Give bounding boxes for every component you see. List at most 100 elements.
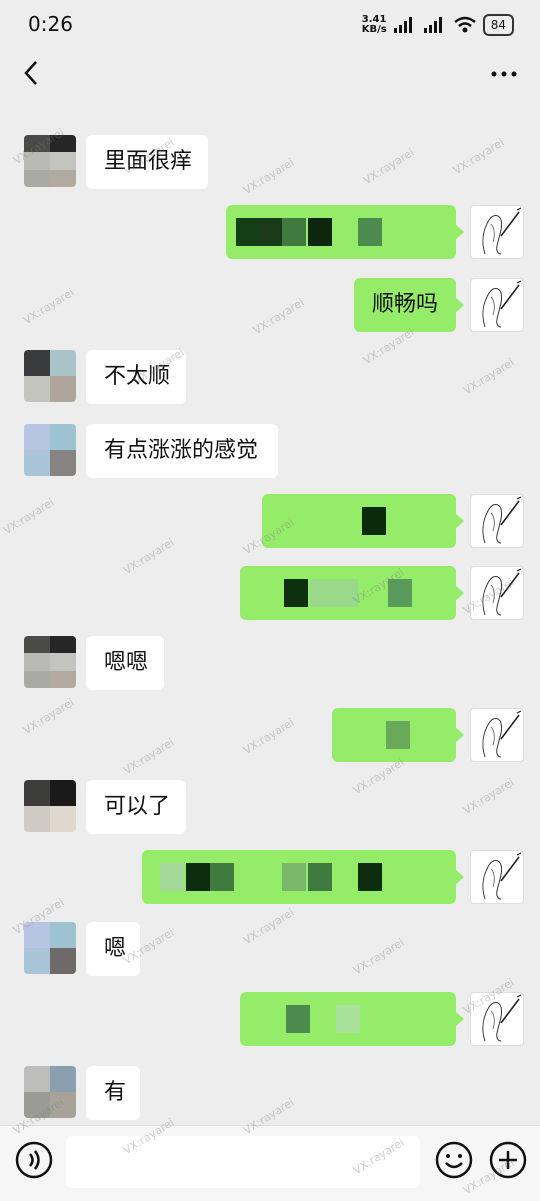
sketch-avatar-icon — [482, 280, 522, 328]
incoming-message: 有点涨涨的感觉 — [0, 424, 540, 480]
outgoing-message — [0, 205, 540, 261]
message-bubble[interactable]: 有 — [86, 1066, 140, 1120]
message-bubble[interactable] — [226, 205, 456, 259]
message-text: 有点涨涨的感觉 — [104, 438, 259, 463]
contact-avatar[interactable] — [24, 922, 76, 974]
pixelated-block — [282, 218, 306, 246]
pixelated-block — [336, 1005, 360, 1033]
pixelated-block — [388, 579, 412, 607]
plus-icon[interactable] — [488, 1140, 528, 1180]
sketch-avatar-icon — [482, 496, 522, 544]
incoming-message: 里面很痒 — [0, 135, 540, 191]
contact-avatar[interactable] — [24, 636, 76, 688]
signal-icon — [393, 17, 412, 33]
contact-avatar[interactable] — [24, 424, 76, 476]
message-text: 不太顺 — [104, 364, 171, 389]
pixelated-block — [310, 579, 334, 607]
message-text: 可以了 — [104, 794, 171, 819]
sketch-avatar-icon — [482, 994, 522, 1042]
bubble-tail — [455, 1011, 464, 1027]
signal-icon-2 — [423, 17, 442, 33]
outgoing-message — [0, 992, 540, 1048]
message-bubble[interactable] — [240, 992, 456, 1046]
message-input[interactable] — [66, 1136, 420, 1188]
incoming-message: 嗯 — [0, 922, 540, 978]
emoji-icon[interactable] — [434, 1140, 474, 1180]
contact-avatar[interactable] — [24, 350, 76, 402]
my-avatar[interactable] — [470, 850, 524, 904]
message-bubble[interactable] — [262, 494, 456, 548]
my-avatar[interactable] — [470, 992, 524, 1046]
bubble-tail — [455, 585, 464, 601]
voice-icon[interactable] — [14, 1140, 54, 1180]
back-arrow-icon[interactable] — [18, 58, 48, 88]
message-bubble[interactable]: 里面很痒 — [86, 135, 208, 189]
pixelated-block — [282, 863, 306, 891]
incoming-message: 嗯嗯 — [0, 636, 540, 692]
outgoing-message — [0, 850, 540, 906]
pixelated-block — [358, 218, 382, 246]
pixelated-block — [210, 863, 234, 891]
more-options-icon[interactable] — [490, 64, 518, 84]
incoming-message: 可以了 — [0, 780, 540, 836]
outgoing-message: 顺畅吗 — [0, 278, 540, 334]
pixelated-block — [386, 721, 410, 749]
sketch-avatar-icon — [482, 568, 522, 616]
my-avatar[interactable] — [470, 566, 524, 620]
sketch-avatar-icon — [482, 207, 522, 255]
message-bubble[interactable] — [240, 566, 456, 620]
my-avatar[interactable] — [470, 494, 524, 548]
message-bubble[interactable]: 有点涨涨的感觉 — [86, 424, 278, 478]
pixelated-block — [286, 1005, 310, 1033]
outgoing-message — [0, 566, 540, 622]
message-list[interactable]: 里面很痒顺畅吗不太顺有点涨涨的感觉 嗯嗯可以了嗯有 — [0, 110, 540, 1120]
pixelated-block — [362, 507, 386, 535]
message-bubble[interactable] — [332, 708, 456, 762]
status-bar: 0:26 3.41 KB/s 84 — [0, 0, 540, 50]
message-bubble[interactable]: 不太顺 — [86, 350, 186, 404]
message-bubble[interactable]: 顺畅吗 — [354, 278, 456, 332]
bubble-tail — [455, 513, 464, 529]
outgoing-message — [0, 708, 540, 764]
contact-avatar[interactable] — [24, 135, 76, 187]
my-avatar[interactable] — [470, 708, 524, 762]
bubble-tail — [455, 869, 464, 885]
bubble-tail — [455, 727, 464, 743]
message-bubble[interactable]: 嗯嗯 — [86, 636, 164, 690]
message-text: 嗯 — [104, 936, 127, 961]
incoming-message: 有 — [0, 1066, 540, 1122]
pixelated-block — [160, 863, 184, 891]
message-text: 顺畅吗 — [372, 292, 439, 317]
bubble-tail — [455, 224, 464, 240]
my-avatar[interactable] — [470, 278, 524, 332]
contact-avatar[interactable] — [24, 1066, 76, 1118]
message-bubble[interactable] — [142, 850, 456, 904]
pixelated-block — [308, 218, 332, 246]
wifi-icon — [453, 16, 476, 33]
sketch-avatar-icon — [482, 710, 522, 758]
pixelated-block — [186, 863, 210, 891]
pixelated-block — [258, 218, 282, 246]
chat-header — [0, 50, 540, 100]
outgoing-message — [0, 494, 540, 550]
contact-avatar[interactable] — [24, 780, 76, 832]
pixelated-block — [334, 579, 358, 607]
status-time: 0:26 — [28, 12, 73, 36]
my-avatar[interactable] — [470, 205, 524, 259]
input-bar — [0, 1125, 540, 1201]
message-bubble[interactable]: 可以了 — [86, 780, 186, 834]
message-text: 嗯嗯 — [104, 650, 149, 675]
pixelated-block — [284, 579, 308, 607]
message-text: 有 — [104, 1080, 127, 1105]
pixelated-block — [358, 863, 382, 891]
pixelated-block — [236, 218, 260, 246]
bubble-tail — [455, 297, 464, 313]
network-speed: 3.41 KB/s — [362, 15, 387, 35]
battery-indicator: 84 — [482, 14, 514, 36]
incoming-message: 不太顺 — [0, 350, 540, 406]
message-text: 里面很痒 — [104, 149, 193, 174]
network-speed-unit: KB/s — [361, 24, 387, 35]
message-bubble[interactable]: 嗯 — [86, 922, 140, 976]
pixelated-block — [308, 863, 332, 891]
sketch-avatar-icon — [482, 852, 522, 900]
